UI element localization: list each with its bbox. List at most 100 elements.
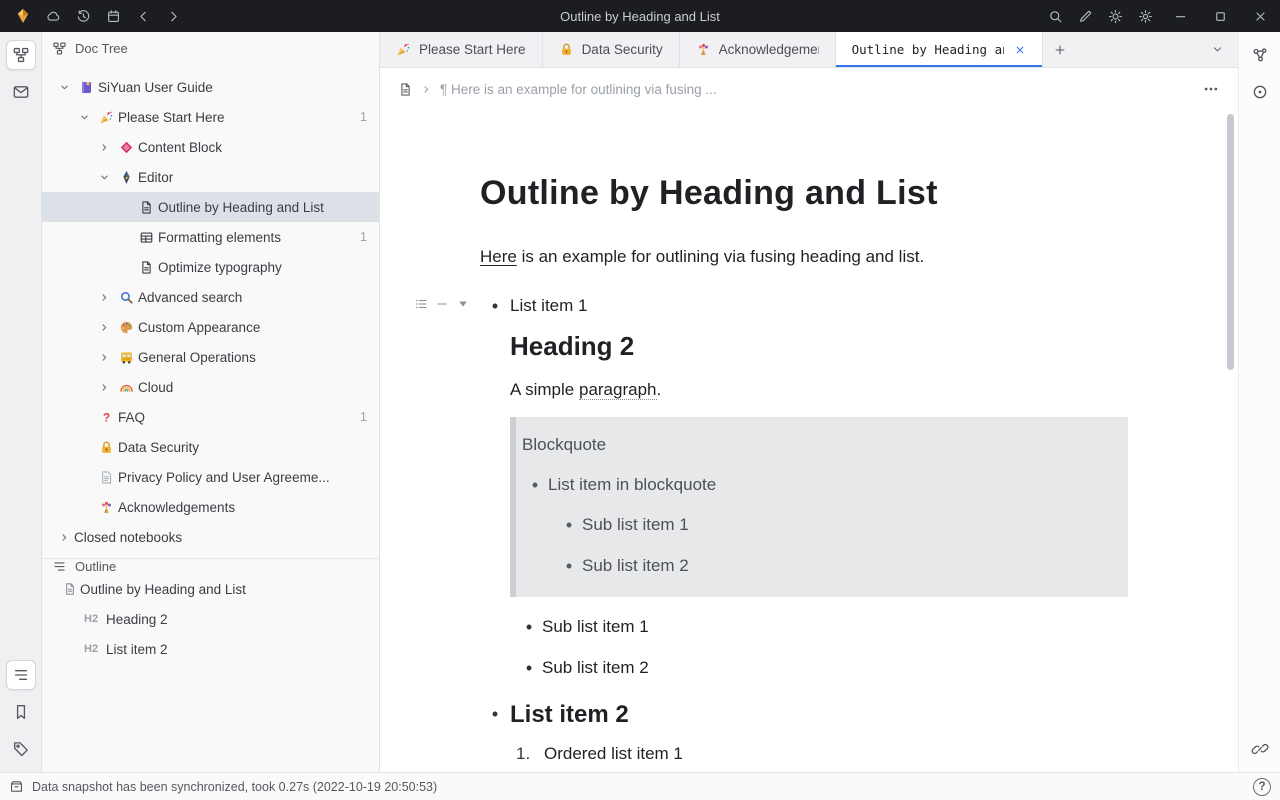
doc-tree-item[interactable]: Editor — [42, 162, 379, 192]
inbox-dock-button[interactable] — [6, 77, 36, 107]
ordered-marker: 1. — [510, 740, 544, 767]
doc-tree-item[interactable]: Acknowledgements — [42, 492, 379, 522]
blockquote[interactable]: Blockquote List item in blockquote Sub l… — [510, 417, 1128, 597]
doc-tree-item[interactable]: Cloud — [42, 372, 379, 402]
gutter-collapse-icon[interactable] — [456, 297, 470, 311]
list-item-1[interactable]: List item 1 — [480, 292, 1128, 321]
nav-forward-icon[interactable] — [158, 0, 188, 32]
help-button[interactable]: ? — [1253, 778, 1271, 796]
tab-outline-by-heading-and-list[interactable]: Outline by Heading and List — [836, 32, 1043, 67]
heading-2[interactable]: Heading 2 — [510, 330, 1128, 364]
editor-area[interactable]: Outline by Heading and List Here is an e… — [380, 110, 1238, 772]
nav-back-icon[interactable] — [128, 0, 158, 32]
sub-item-text[interactable]: Sub list item 2 — [542, 654, 649, 683]
history-icon[interactable] — [68, 0, 98, 32]
theme-sun-icon[interactable] — [1100, 0, 1130, 32]
doc-tree-item[interactable]: ?FAQ1 — [42, 402, 379, 432]
editor-scrollbar[interactable] — [1227, 114, 1234, 370]
tab-acknowledgements[interactable]: Acknowledgements — [680, 32, 836, 67]
list-item-2-heading[interactable]: List item 2 — [510, 699, 629, 730]
chevron-down-icon[interactable] — [54, 82, 74, 93]
blockquote-sub-item[interactable]: Sub list item 2 — [556, 552, 1112, 581]
party-icon — [396, 42, 411, 57]
sub-list-item[interactable]: Sub list item 2 — [516, 654, 1128, 683]
ordered-item-text[interactable]: Ordered list item 1 — [544, 740, 683, 767]
outline-dock-button[interactable] — [6, 660, 36, 690]
chevron-right-icon[interactable] — [94, 322, 114, 333]
sub-item-text[interactable]: Sub list item 1 — [582, 511, 689, 540]
list-item-2[interactable]: List item 2 — [480, 699, 1128, 730]
blockquote-list-item-text[interactable]: List item in blockquote — [548, 471, 716, 500]
here-link[interactable]: Here — [480, 247, 517, 266]
intro-paragraph[interactable]: Here is an example for outlining via fus… — [480, 243, 1128, 270]
page-icon — [94, 470, 118, 485]
doc-tree-dock-button[interactable] — [6, 40, 36, 70]
sub-item-text[interactable]: Sub list item 1 — [542, 613, 649, 642]
chevron-right-icon[interactable] — [94, 382, 114, 393]
simple-paragraph[interactable]: A simple paragraph. — [510, 376, 1128, 403]
cloud-icon[interactable] — [38, 0, 68, 32]
gutter-list-icon[interactable] — [414, 297, 428, 311]
doc-tree-item[interactable]: General Operations — [42, 342, 379, 372]
search-icon[interactable] — [1040, 0, 1070, 32]
sub-item-text[interactable]: Sub list item 2 — [582, 552, 689, 581]
list-item-1-text[interactable]: List item 1 — [510, 292, 587, 321]
bookmark-dock-button[interactable] — [6, 697, 36, 727]
doc-tree-item[interactable]: Content Block — [42, 132, 379, 162]
doc-title[interactable]: Outline by Heading and List — [480, 172, 1128, 215]
gutter-drag-icon[interactable] — [435, 297, 449, 311]
doc-tree-item[interactable]: Please Start Here1 — [42, 102, 379, 132]
backlinks-dock-button[interactable] — [1245, 77, 1275, 107]
tab-list-button[interactable] — [1196, 32, 1238, 67]
outline-header[interactable]: Outline — [42, 559, 379, 574]
file-icon — [134, 260, 158, 275]
ordered-list-item[interactable]: 1. Ordered list item 1 — [510, 740, 1128, 767]
link-dock-button[interactable] — [1245, 734, 1275, 764]
tag-dock-button[interactable] — [6, 734, 36, 764]
edit-pencil-icon[interactable] — [1070, 0, 1100, 32]
window-close-icon[interactable] — [1240, 0, 1280, 32]
doc-tree-item[interactable]: Formatting elements1 — [42, 222, 379, 252]
chevron-right-icon[interactable] — [94, 142, 114, 153]
doc-tree-item[interactable]: Custom Appearance — [42, 312, 379, 342]
sub-list-item[interactable]: Sub list item 1 — [516, 613, 1128, 642]
heading-level-badge: H2 — [84, 613, 106, 625]
chevron-down-icon[interactable] — [94, 172, 114, 183]
doc-tree-item[interactable]: Optimize typography — [42, 252, 379, 282]
chevron-right-icon[interactable] — [94, 352, 114, 363]
breadcrumb-doc-icon[interactable] — [398, 82, 413, 97]
outline-item[interactable]: H2List item 2 — [42, 634, 379, 664]
window-maximize-icon[interactable] — [1200, 0, 1240, 32]
daily-note-icon[interactable] — [98, 0, 128, 32]
breadcrumb-segment[interactable]: ¶ Here is an example for outlining via f… — [440, 82, 717, 97]
outline-item[interactable]: Outline by Heading and List — [42, 574, 379, 604]
siyuan-logo-icon[interactable] — [8, 0, 38, 32]
breadcrumb-more-button[interactable] — [1202, 80, 1220, 98]
tab-label: Please Start Here — [419, 42, 526, 57]
outline-item[interactable]: H2Heading 2 — [42, 604, 379, 634]
tab-close-icon[interactable] — [1014, 44, 1026, 56]
chevron-down-icon[interactable] — [74, 112, 94, 123]
doc-tree-item[interactable]: Advanced search — [42, 282, 379, 312]
settings-gear-icon[interactable] — [1130, 0, 1160, 32]
blockquote-text[interactable]: Blockquote — [522, 431, 1112, 458]
chevron-right-icon[interactable] — [94, 292, 114, 303]
chevron-right-icon[interactable] — [54, 532, 74, 543]
blockquote-sub-item[interactable]: Sub list item 1 — [556, 511, 1112, 540]
graph-dock-button[interactable] — [1245, 40, 1275, 70]
window-minimize-icon[interactable] — [1160, 0, 1200, 32]
new-tab-button[interactable] — [1043, 32, 1077, 67]
doc-tree-header[interactable]: Doc Tree — [42, 32, 379, 64]
blockquote-list-item[interactable]: List item in blockquote — [522, 471, 1112, 500]
doc-tree-item[interactable]: SiYuan User Guide — [42, 72, 379, 102]
doc-tree-item[interactable]: Outline by Heading and List — [42, 192, 379, 222]
doc-tree-item-label: FAQ — [118, 410, 145, 425]
doc-tree-item[interactable]: Closed notebooks — [42, 522, 379, 552]
titlebar[interactable]: Outline by Heading and List — [0, 0, 1280, 32]
doc-tree-item[interactable]: Data Security — [42, 432, 379, 462]
file-icon — [60, 582, 80, 596]
tab-data-security[interactable]: Data Security — [543, 32, 680, 67]
tab-please-start-here[interactable]: Please Start Here — [380, 32, 543, 67]
main-area: Please Start Here Data SecurityAcknowledg… — [380, 32, 1238, 772]
doc-tree-item[interactable]: Privacy Policy and User Agreeme... — [42, 462, 379, 492]
